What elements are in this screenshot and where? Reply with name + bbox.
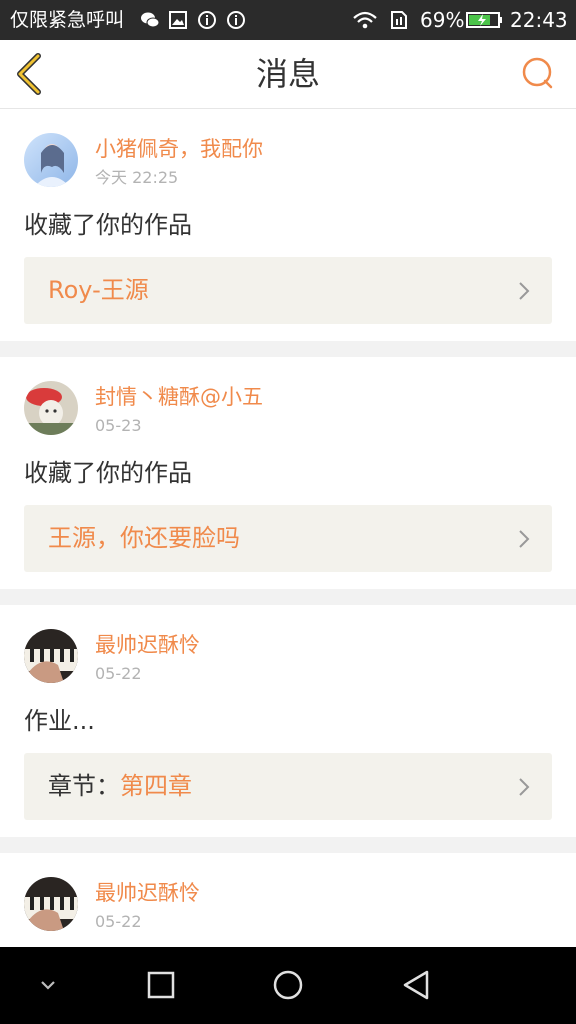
back-button[interactable] [10,50,54,98]
username[interactable]: 小猪佩奇，我配你 [95,136,263,162]
image-icon [169,11,187,29]
timestamp: 05-22 [95,912,142,931]
system-nav-bar [0,947,576,1024]
system-back-button[interactable] [396,965,436,1005]
carrier-text: 仅限紧急呼叫 [10,9,125,31]
chevron-left-icon [17,53,41,95]
username[interactable]: 最帅迟酥怜 [95,632,200,658]
status-bar: 仅限紧急呼叫 69% 22:43 [0,0,576,40]
chevron-down-icon [41,981,55,990]
triangle-back-icon [403,970,429,1000]
message-card: 最帅迟酥怜 05-22 作业... 章节：第四章 [0,605,576,837]
page-title: 消息 [255,55,320,93]
work-title-text: 第四章 [120,772,192,800]
avatar[interactable] [24,381,78,435]
square-icon [147,971,175,999]
timestamp: 今天 22:25 [95,168,179,187]
chevron-right-icon [519,530,530,548]
action-text: 作业... [24,707,95,735]
avatar[interactable] [24,133,78,187]
recent-apps-button[interactable] [141,965,181,1005]
timestamp: 05-23 [95,416,142,435]
circle-icon [273,970,303,1000]
action-text: 收藏了你的作品 [24,211,192,239]
wifi-icon [353,11,377,29]
work-prefix: 章节： [48,772,120,800]
wechat-icon [141,12,160,28]
message-list: 小猪佩奇，我配你 今天 22:25 收藏了你的作品 Roy-王源 封情丶糖酥@小… [0,109,576,947]
username[interactable]: 最帅迟酥怜 [95,880,200,906]
work-title: 王源，你还要脸吗 [48,505,240,572]
message-card: 小猪佩奇，我配你 今天 22:25 收藏了你的作品 Roy-王源 [0,109,576,341]
work-title: Roy-王源 [48,257,149,324]
chevron-right-icon [519,778,530,796]
chat-bubble-icon [522,57,553,89]
chevron-right-icon [519,282,530,300]
work-title-text: Roy-王源 [48,276,149,304]
info-icon [198,11,216,29]
action-text: 收藏了你的作品 [24,459,192,487]
clock: 22:43 [510,8,568,32]
message-card: 最帅迟酥怜 05-22 [0,853,576,947]
chat-button[interactable] [518,54,558,94]
avatar[interactable] [24,629,78,683]
work-link[interactable]: 王源，你还要脸吗 [24,505,552,572]
battery-percent: 69% [420,8,465,32]
sim-card-icon [391,11,407,29]
timestamp: 05-22 [95,664,142,683]
avatar[interactable] [24,877,78,931]
username[interactable]: 封情丶糖酥@小五 [95,384,263,410]
battery-charging-icon [466,12,502,28]
home-button[interactable] [268,965,308,1005]
work-link[interactable]: Roy-王源 [24,257,552,324]
work-title-text: 王源，你还要脸吗 [48,524,240,552]
app-header: 消息 [0,40,576,109]
work-title: 章节：第四章 [48,753,192,820]
collapse-button[interactable] [28,965,68,1005]
work-link[interactable]: 章节：第四章 [24,753,552,820]
screen: 仅限紧急呼叫 69% 22:43 消息 小猪佩奇，我配你 今天 22:25 收藏… [0,0,576,1024]
message-card: 封情丶糖酥@小五 05-23 收藏了你的作品 王源，你还要脸吗 [0,357,576,589]
info-icon [227,11,245,29]
